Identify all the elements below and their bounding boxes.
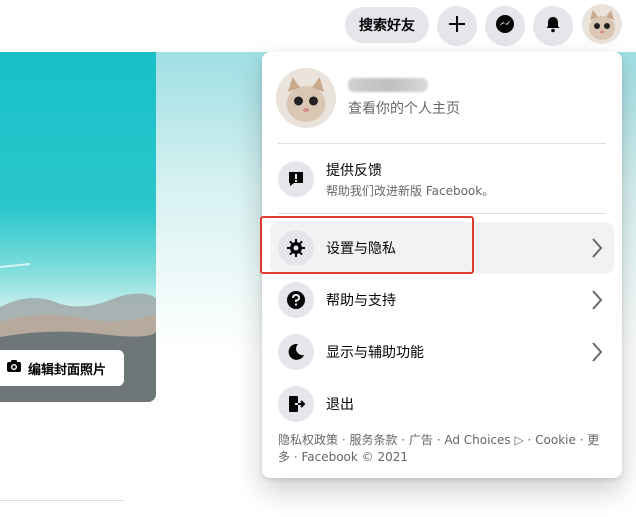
- view-profile-label: 查看你的个人主页: [348, 101, 460, 117]
- bell-icon: [544, 15, 562, 37]
- feedback-subtitle: 帮助我们改进新版 Facebook。: [326, 183, 495, 198]
- top-navigation-bar: 搜索好友: [0, 0, 636, 52]
- moon-icon: [278, 334, 314, 370]
- profile-link[interactable]: 查看你的个人主页: [276, 66, 606, 130]
- feedback-title: 提供反馈: [326, 162, 382, 179]
- camera-icon: [6, 359, 22, 377]
- edit-cover-photo-button[interactable]: 编辑封面照片: [0, 350, 124, 386]
- cat-avatar-icon: [276, 68, 336, 128]
- messenger-button[interactable]: [485, 6, 525, 46]
- footer-links[interactable]: 隐私权政策 · 服务条款 · 广告 · Ad Choices ▷ · Cooki…: [278, 432, 608, 466]
- notifications-button[interactable]: [533, 6, 573, 46]
- profile-name-redacted: [348, 78, 428, 92]
- profile-avatar: [276, 68, 336, 128]
- menu-divider: [278, 213, 606, 214]
- log-out-label: 退出: [326, 397, 354, 413]
- find-friends-label: 搜索好友: [359, 18, 415, 34]
- section-divider: [0, 500, 124, 501]
- feedback-icon: [278, 161, 314, 197]
- account-avatar-button[interactable]: [582, 4, 622, 44]
- log-out-item[interactable]: 退出: [270, 378, 614, 430]
- help-support-item[interactable]: 帮助与支持: [270, 274, 614, 326]
- cat-avatar-icon: [582, 4, 622, 44]
- messenger-icon: [495, 14, 515, 38]
- create-button[interactable]: [437, 6, 477, 46]
- give-feedback-item[interactable]: 提供反馈 帮助我们改进新版 Facebook。: [270, 152, 614, 206]
- chevron-right-icon: [590, 236, 604, 264]
- find-friends-button[interactable]: 搜索好友: [345, 7, 429, 43]
- question-icon: [278, 282, 314, 318]
- chevron-right-icon: [590, 340, 604, 368]
- highlight-annotation-box: [260, 216, 474, 274]
- help-support-label: 帮助与支持: [326, 293, 396, 309]
- edit-cover-label: 编辑封面照片: [28, 362, 107, 378]
- chevron-right-icon: [590, 288, 604, 316]
- display-accessibility-label: 显示与辅助功能: [326, 345, 424, 361]
- plus-icon: [448, 15, 466, 37]
- menu-divider: [278, 143, 606, 144]
- logout-icon: [278, 386, 314, 422]
- display-accessibility-item[interactable]: 显示与辅助功能: [270, 326, 614, 378]
